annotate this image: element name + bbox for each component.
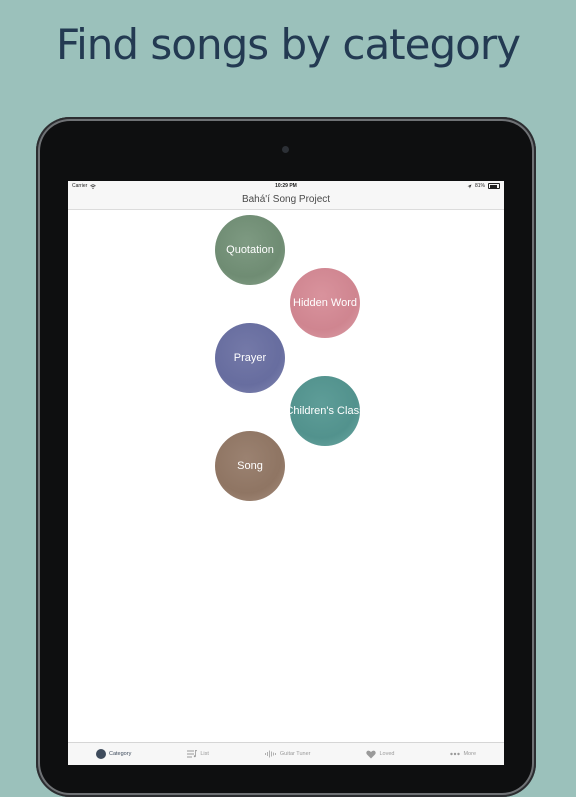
list-icon <box>187 750 198 758</box>
category-quotation[interactable]: Quotation <box>215 215 285 285</box>
battery-icon <box>488 183 500 189</box>
nav-title: Bahá'í Song Project <box>241 194 331 205</box>
tab-guitar-tuner[interactable]: Guitar Tuner <box>264 750 311 758</box>
tab-label: List <box>200 751 209 757</box>
category-label: Prayer <box>233 352 267 364</box>
location-arrow-icon <box>467 184 472 188</box>
category-prayer[interactable]: Prayer <box>215 323 285 393</box>
tab-category[interactable]: Category <box>96 749 131 759</box>
tab-label: Guitar Tuner <box>279 751 311 757</box>
status-time: 10:29 PM <box>275 183 297 189</box>
headline: Find songs by category <box>56 20 521 69</box>
tab-bar: Category List Guitar Tuner Loved More <box>68 742 504 765</box>
tab-more[interactable]: More <box>450 751 476 757</box>
more-icon <box>450 752 461 756</box>
circle-icon <box>96 749 106 759</box>
tab-loved[interactable]: Loved <box>366 750 394 759</box>
category-childrens-class[interactable]: Children's Class <box>285 376 365 446</box>
tab-label: Loved <box>379 751 395 757</box>
category-hidden-word[interactable]: Hidden Word <box>290 268 360 338</box>
app-screen: Carrier 10:29 PM 81% Bahá'í Song Project… <box>68 181 504 765</box>
ipad-frame: Carrier 10:29 PM 81% Bahá'í Song Project… <box>36 117 536 797</box>
waveform-icon <box>264 750 276 758</box>
navigation-bar: Bahá'í Song Project <box>68 191 504 210</box>
status-right: 81% <box>467 183 500 189</box>
category-label: Song <box>237 460 263 472</box>
category-song[interactable]: Song <box>215 431 285 501</box>
tab-label: Category <box>109 751 132 757</box>
status-bar: Carrier 10:29 PM 81% <box>68 181 504 191</box>
category-label: Quotation <box>226 244 274 256</box>
tab-label: More <box>463 751 476 757</box>
tab-list[interactable]: List <box>187 750 209 758</box>
category-label: Children's Class <box>285 405 365 417</box>
heart-icon <box>366 750 377 758</box>
category-label: Hidden Word <box>293 297 357 309</box>
camera-icon <box>282 146 289 153</box>
battery-percent: 81% <box>474 183 485 189</box>
